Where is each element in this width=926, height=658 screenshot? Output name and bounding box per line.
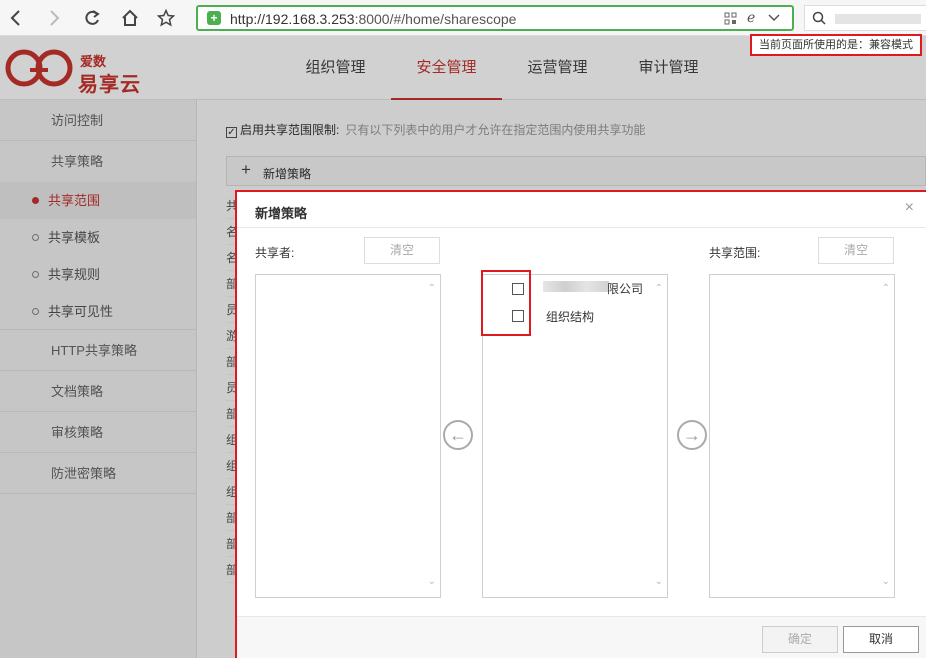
browser-search-box[interactable]	[804, 5, 926, 31]
dialog-footer: 确定 取消	[237, 616, 926, 658]
scroll-down-icon[interactable]: ⌄	[428, 576, 436, 587]
scope-list[interactable]: ⌃ ⌄	[709, 274, 895, 598]
forward-icon[interactable]	[44, 8, 64, 28]
tree-item-org-structure[interactable]: 组织结构	[546, 308, 594, 325]
scroll-down-icon[interactable]: ⌄	[655, 576, 663, 587]
search-icon	[812, 11, 826, 28]
arrow-right-icon[interactable]: →	[677, 420, 707, 450]
ie-compat-icon[interactable]: ℯ	[747, 9, 755, 26]
back-icon[interactable]	[6, 8, 26, 28]
chevron-down-icon[interactable]	[768, 11, 780, 26]
scroll-up-icon[interactable]: ⌃	[655, 283, 663, 294]
star-icon[interactable]	[156, 8, 176, 28]
reload-icon[interactable]	[82, 8, 102, 28]
dialog-header: 新增策略 ×	[237, 192, 926, 228]
url-text: http://192.168.3.253:8000/#/home/sharesc…	[230, 11, 517, 27]
dialog-title: 新增策略	[255, 206, 308, 221]
arrow-left-icon[interactable]: ←	[443, 420, 473, 450]
checkbox-highlight-box	[481, 270, 531, 336]
close-icon[interactable]: ×	[905, 199, 914, 217]
browser-toolbar: + http://192.168.3.253:8000/#/home/share…	[0, 0, 926, 36]
search-redacted	[835, 14, 921, 24]
confirm-button[interactable]: 确定	[762, 626, 838, 653]
home-icon[interactable]	[120, 8, 140, 28]
scope-label: 共享范围:	[709, 246, 761, 260]
secure-shield-icon: +	[207, 11, 221, 25]
sharer-label: 共享者:	[255, 246, 295, 260]
scope-clear-button[interactable]: 清空	[818, 237, 894, 264]
sharer-clear-button[interactable]: 清空	[364, 237, 440, 264]
sharer-list[interactable]: ⌃ ⌄	[255, 274, 441, 598]
tree-item-company[interactable]: 限公司	[607, 280, 643, 297]
scroll-up-icon[interactable]: ⌃	[428, 283, 436, 294]
compat-mode-badge: 当前页面所使用的是：兼容模式	[750, 34, 922, 56]
scroll-up-icon[interactable]: ⌃	[882, 283, 890, 294]
address-bar[interactable]: + http://192.168.3.253:8000/#/home/share…	[196, 5, 794, 31]
cancel-button[interactable]: 取消	[843, 626, 919, 653]
scroll-down-icon[interactable]: ⌄	[882, 576, 890, 587]
qr-code-icon[interactable]	[724, 12, 737, 28]
redacted-company-name	[543, 281, 609, 292]
add-policy-dialog: 新增策略 × 共享者: 清空 ⌃ ⌄ ← → 限公司 组织结构 ⌃ ⌄ 共享范围…	[235, 190, 926, 658]
